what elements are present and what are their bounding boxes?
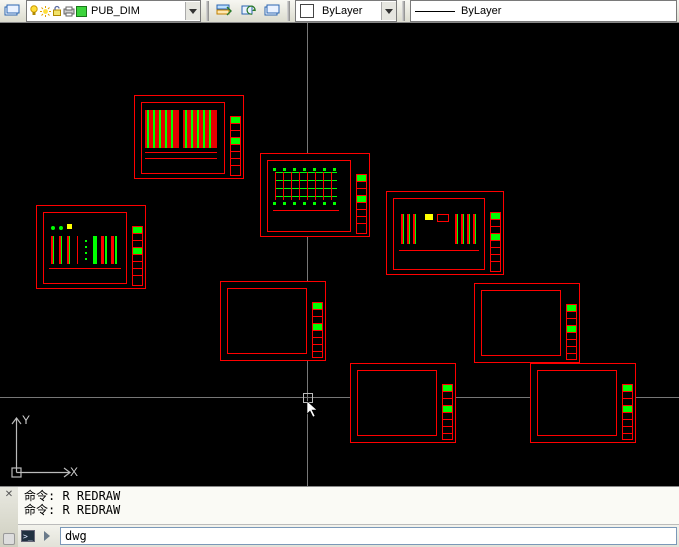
layer-dropdown[interactable]: PUB_DIM	[26, 0, 201, 22]
lightbulb-icon	[29, 5, 39, 17]
drawing-frame[interactable]	[474, 283, 580, 363]
cursor-arrow-icon	[307, 401, 321, 419]
drawing-frame[interactable]	[260, 153, 370, 237]
command-history[interactable]: 命令: R REDRAW 命令: R REDRAW	[18, 487, 679, 524]
properties-toolbar: PUB_DIM ByLayer ByLayer	[0, 0, 679, 23]
drawing-canvas[interactable]: Y X	[0, 23, 679, 486]
command-input-row: >_	[18, 524, 679, 547]
layer-state-icons	[27, 5, 89, 17]
chevron-down-icon[interactable]	[185, 2, 200, 20]
layer-states-button[interactable]	[213, 0, 235, 22]
command-history-line: 命令: R REDRAW	[24, 489, 673, 503]
command-window: ✕ 命令: R REDRAW 命令: R REDRAW >_	[0, 486, 679, 547]
close-icon[interactable]: ✕	[5, 489, 13, 500]
linetype-preview	[415, 11, 455, 12]
ucs-icon: Y X	[8, 412, 78, 482]
color-swatch-icon	[76, 6, 87, 17]
color-prop-text: ByLayer	[318, 5, 381, 17]
sun-icon	[40, 6, 51, 17]
svg-text:>_: >_	[23, 532, 33, 541]
command-history-line: 命令: R REDRAW	[24, 503, 673, 517]
unlock-icon	[52, 5, 62, 17]
print-icon	[63, 6, 75, 17]
grip-icon[interactable]	[3, 533, 15, 545]
toolbar-separator	[206, 1, 209, 21]
crosshair-pickbox	[303, 393, 313, 403]
drawing-frame[interactable]	[350, 363, 456, 443]
toolbar-separator	[402, 1, 405, 21]
drawing-frame[interactable]	[220, 281, 326, 361]
drawing-frame[interactable]	[386, 191, 504, 275]
color-swatch	[300, 4, 314, 18]
drawing-frame[interactable]	[134, 95, 244, 179]
ucs-y-label: Y	[22, 413, 30, 427]
layer-manager-button[interactable]	[1, 0, 23, 22]
toolbar-separator	[287, 1, 290, 21]
drawing-frame[interactable]	[36, 205, 146, 289]
command-window-controls: ✕	[0, 487, 18, 547]
color-dropdown[interactable]: ByLayer	[295, 0, 397, 22]
chevron-down-icon[interactable]	[381, 2, 396, 20]
drawing-frame[interactable]	[530, 363, 636, 443]
layer-isolate-button[interactable]	[261, 0, 283, 22]
linetype-dropdown[interactable]: ByLayer	[410, 0, 677, 22]
crosshair-vertical	[307, 23, 308, 486]
chevron-right-icon	[40, 528, 56, 544]
command-icon: >_	[20, 528, 36, 544]
ucs-x-label: X	[70, 465, 78, 479]
command-input[interactable]	[60, 527, 677, 545]
linetype-prop-text: ByLayer	[459, 5, 676, 17]
layer-name-text: PUB_DIM	[89, 5, 185, 17]
layer-previous-button[interactable]	[237, 0, 259, 22]
